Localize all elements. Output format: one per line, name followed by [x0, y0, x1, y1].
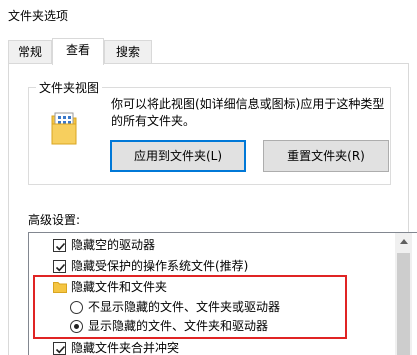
advanced-settings-label: 高级设置:	[28, 213, 81, 227]
window-title: 文件夹选项	[8, 9, 69, 23]
tab-strip: 常规 查看 搜索	[0, 38, 417, 65]
tab-view[interactable]: 查看	[52, 38, 104, 65]
list-item-label: 隐藏空的驱动器	[71, 238, 156, 252]
checkbox-hide-protected-os-files[interactable]	[53, 260, 66, 273]
scrollbar-thumb[interactable]	[397, 253, 410, 355]
list-item-label: 显示隐藏的文件、文件夹和驱动器	[88, 319, 269, 333]
folder-views-description: 你可以将此视图(如详细信息或图标)应用于这种类型的所有文件夹。	[111, 97, 385, 128]
list-item-label: 隐藏文件夹合并冲突	[71, 341, 180, 355]
tab-general[interactable]: 常规	[8, 40, 52, 64]
list-item-label: 隐藏文件和文件夹	[71, 280, 168, 294]
folder-options-dialog: 文件夹选项 常规 查看 搜索 文件夹视图 你可以将此视图(如详细信息或图标)应用…	[0, 0, 417, 355]
list-item-label: 隐藏受保护的操作系统文件(推荐)	[71, 259, 249, 273]
reset-folders-button[interactable]: 重置文件夹(R)	[263, 140, 389, 172]
checkbox-hide-empty-drives[interactable]	[53, 239, 66, 252]
title-bar[interactable]: 文件夹选项	[0, 0, 417, 30]
checkmark-icon	[55, 345, 66, 354]
scroll-up-icon[interactable]	[400, 239, 408, 244]
apply-to-folders-button[interactable]: 应用到文件夹(L)	[110, 140, 246, 172]
folder-icon	[53, 282, 67, 293]
folder-views-title: 文件夹视图	[36, 79, 103, 96]
checkbox-hide-folder-merge-conflicts[interactable]	[53, 342, 66, 355]
list-item-label: 不显示隐藏的文件、文件夹或驱动器	[88, 300, 281, 314]
radio-show-hidden[interactable]	[70, 320, 83, 333]
checkmark-icon	[55, 263, 66, 272]
folder-view-icon	[51, 112, 77, 145]
radio-dont-show-hidden[interactable]	[70, 301, 83, 314]
checkmark-icon	[55, 242, 66, 251]
tab-search[interactable]: 搜索	[104, 40, 152, 64]
